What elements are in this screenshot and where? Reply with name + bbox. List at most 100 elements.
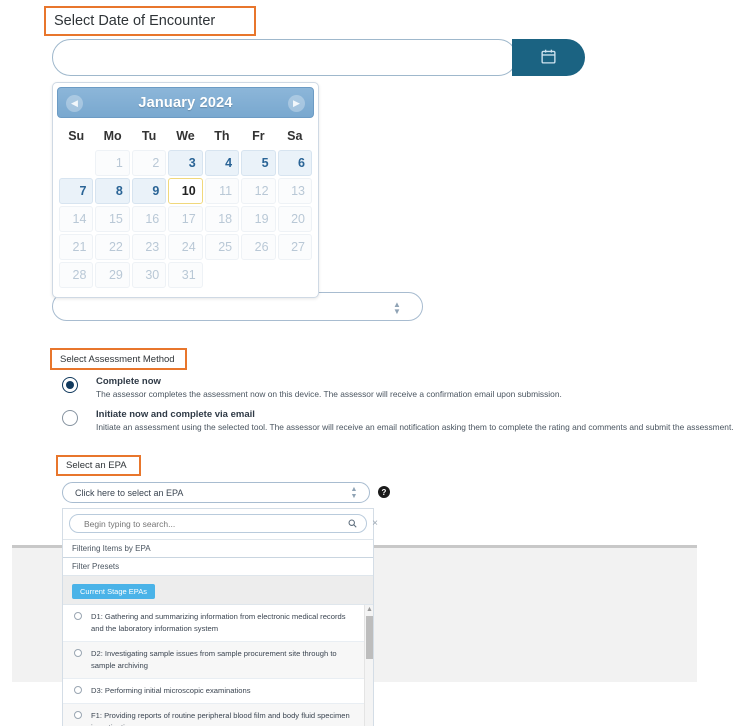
- datepicker-day: 23: [131, 234, 167, 260]
- date-input[interactable]: [52, 39, 517, 76]
- datepicker-day: 24: [168, 234, 203, 260]
- datepicker-title: January 2024: [138, 94, 233, 111]
- radio-indicator[interactable]: [74, 686, 82, 694]
- annotation-box-epa: Select an EPA: [56, 455, 141, 476]
- epa-list-scrollbar[interactable]: ▲: [364, 605, 373, 726]
- close-icon[interactable]: ×: [372, 518, 378, 529]
- epa-list-item-label: F1: Providing reports of routine periphe…: [91, 711, 350, 726]
- radio-indicator[interactable]: [62, 410, 78, 426]
- datepicker-day: 25: [204, 234, 240, 260]
- datepicker-day: 14: [59, 206, 94, 232]
- weekday-header-row: Su Mo Tu We Th Fr Sa: [59, 124, 312, 148]
- weekday-label: Sa: [287, 129, 303, 143]
- datepicker-day: 29: [95, 262, 130, 288]
- radio-description: The assessor completes the assessment no…: [96, 389, 562, 399]
- datepicker-body: 1 2 3 4 5 6 7 8 9 10 11 12 13 14 15 16 17 18 19 20 21 22 23 24 2…: [59, 150, 312, 288]
- radio-title: Initiate now and complete via email: [96, 409, 255, 420]
- chevron-left-icon[interactable]: ◀: [66, 95, 83, 112]
- radio-option-complete-now[interactable]: Complete now The assessor completes the …: [62, 376, 682, 403]
- radio-title: Complete now: [96, 376, 161, 387]
- datepicker-day: 26: [241, 234, 276, 260]
- datepicker-week-row: 123456: [59, 150, 312, 176]
- datepicker-day[interactable]: 5: [241, 150, 276, 176]
- datepicker-day: 31: [168, 262, 203, 288]
- epa-list-item[interactable]: D2: Investigating sample issues from sam…: [63, 642, 373, 679]
- select-epa-label: Select an EPA: [66, 460, 127, 471]
- datepicker-day: 18: [204, 206, 240, 232]
- chevron-updown-icon: ▲ ▼: [350, 486, 358, 500]
- datepicker-day: 12: [241, 178, 276, 204]
- select-method-label: Select Assessment Method: [60, 353, 175, 365]
- datepicker-day-selected[interactable]: 10: [168, 178, 203, 204]
- datepicker-day: 2: [131, 150, 167, 176]
- epa-select-trigger[interactable]: Click here to select an EPA ▲ ▼: [62, 482, 370, 503]
- datepicker-day[interactable]: 9: [131, 178, 167, 204]
- preset-badge-current-stage[interactable]: Current Stage EPAs: [72, 584, 155, 599]
- datepicker-day[interactable]: 3: [168, 150, 203, 176]
- calendar-toggle-button[interactable]: [512, 39, 585, 76]
- epa-option-list: D1: Gathering and summarizing informatio…: [63, 604, 373, 726]
- search-icon[interactable]: [348, 519, 357, 530]
- radio-indicator[interactable]: [74, 612, 82, 620]
- weekday-label: Su: [68, 129, 85, 143]
- datepicker-day: 22: [95, 234, 130, 260]
- datepicker-day-empty: [59, 150, 93, 176]
- datepicker-day[interactable]: 6: [277, 150, 312, 176]
- scrollbar-thumb[interactable]: [366, 616, 373, 659]
- datepicker-day: 17: [168, 206, 203, 232]
- datepicker-day[interactable]: 8: [95, 178, 130, 204]
- epa-dropdown-popup: × Filtering Items by EPA Filter Presets …: [62, 508, 378, 726]
- chevron-updown-icon: ▲ ▼: [393, 300, 401, 316]
- epa-list-item[interactable]: F1: Providing reports of routine periphe…: [63, 704, 373, 726]
- radio-option-initiate-via-email[interactable]: Initiate now and complete via email Init…: [62, 409, 734, 436]
- datepicker-day: 19: [241, 206, 276, 232]
- datepicker-day: 16: [131, 206, 167, 232]
- datepicker-day[interactable]: 4: [204, 150, 240, 176]
- datepicker-day: 28: [59, 262, 94, 288]
- radio-indicator[interactable]: [74, 649, 82, 657]
- epa-search-input[interactable]: [82, 515, 340, 532]
- help-icon[interactable]: ?: [378, 486, 390, 498]
- radio-indicator[interactable]: [62, 377, 78, 393]
- epa-list-item[interactable]: D1: Gathering and summarizing informatio…: [63, 605, 373, 642]
- datepicker-day: 30: [131, 262, 167, 288]
- epa-presets-heading: Filter Presets: [63, 557, 373, 575]
- datepicker-grid: Su Mo Tu We Th Fr Sa 1 2 3 4 5 6 7 8 9 10 11 12 13 14…: [57, 122, 314, 290]
- calendar-icon: [540, 48, 557, 68]
- datepicker-day-empty: [205, 262, 239, 288]
- datepicker-day: 15: [95, 206, 130, 232]
- annotation-box-method: Select Assessment Method: [50, 348, 187, 370]
- annotation-box-date: Select Date of Encounter: [44, 6, 256, 36]
- epa-search-box[interactable]: ×: [69, 514, 378, 533]
- epa-search-row: ×: [63, 509, 378, 539]
- epa-select-value: Click here to select an EPA: [75, 487, 184, 498]
- datepicker-week-row: 21 22 23 24 25 26 27: [59, 234, 312, 260]
- datepicker-day-empty: [278, 262, 312, 288]
- datepicker-day: 13: [277, 178, 312, 204]
- chevron-right-icon[interactable]: ▶: [288, 95, 305, 112]
- weekday-label: Fr: [252, 129, 265, 143]
- datepicker-day: 21: [59, 234, 94, 260]
- date-field-group: [52, 39, 585, 76]
- datepicker-week-row: 7 8 9 10 11 12 13: [59, 178, 312, 204]
- datepicker-week-row: 14 15 16 17 18 19 20: [59, 206, 312, 232]
- epa-preset-row: Current Stage EPAs: [63, 575, 373, 604]
- weekday-label: We: [176, 129, 195, 143]
- epa-list-item-label: D2: Investigating sample issues from sam…: [91, 649, 337, 670]
- epa-list-item[interactable]: D3: Performing initial microscopic exami…: [63, 679, 373, 704]
- help-glyph: ?: [381, 487, 387, 497]
- radio-indicator[interactable]: [74, 711, 82, 719]
- weekday-label: Th: [214, 129, 230, 143]
- datepicker-week-row: 28 29 30 31: [59, 262, 312, 288]
- epa-list-item-label: D3: Performing initial microscopic exami…: [91, 686, 251, 695]
- datepicker-day[interactable]: 7: [59, 178, 94, 204]
- epa-list-item-label: D1: Gathering and summarizing informatio…: [91, 612, 346, 633]
- weekday-label: Mo: [103, 129, 122, 143]
- scroll-up-icon[interactable]: ▲: [366, 606, 373, 613]
- epa-filter-heading: Filtering Items by EPA: [63, 539, 373, 557]
- datepicker-header: ◀ January 2024 ▶: [57, 87, 314, 118]
- page-root: Select Date of Encounter ▲ ▼ ◀ January 20…: [0, 0, 750, 726]
- datepicker-day: 11: [204, 178, 240, 204]
- datepicker-day: 20: [277, 206, 312, 232]
- datepicker-day: 1: [95, 150, 130, 176]
